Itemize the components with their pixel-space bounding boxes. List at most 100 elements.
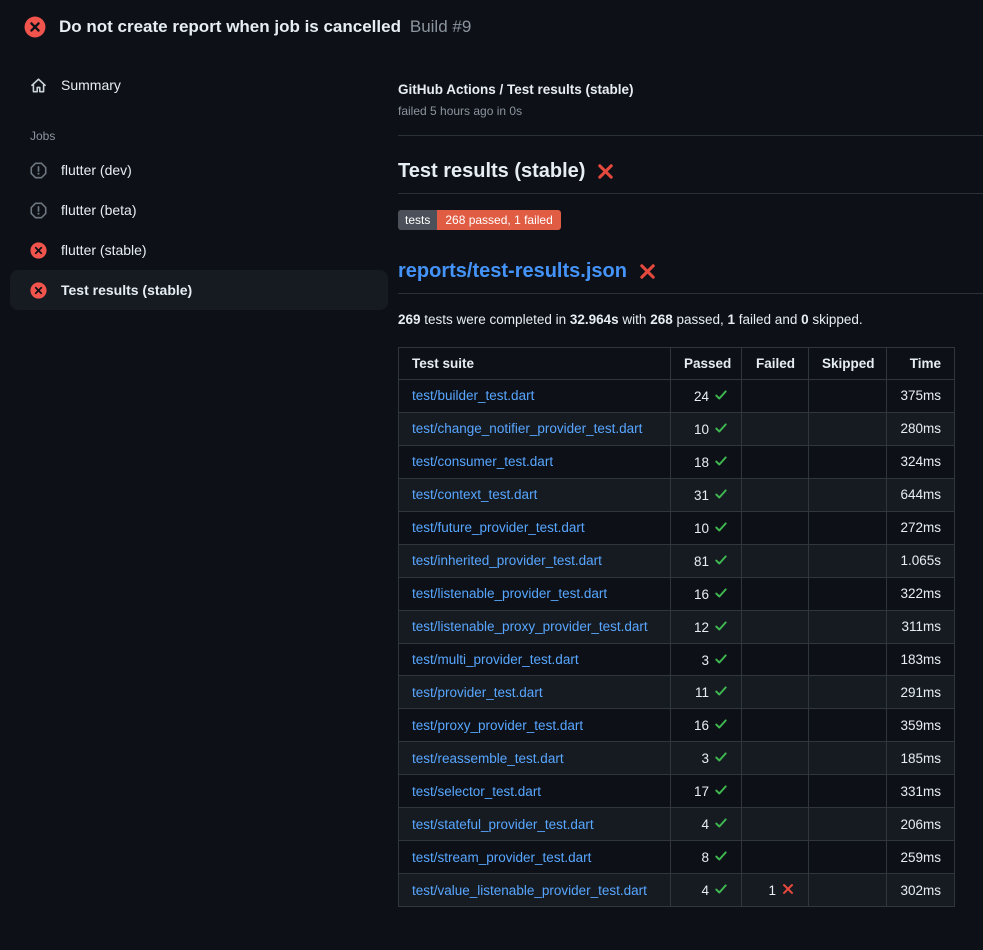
- failed-cell: [742, 709, 809, 742]
- failed-cell: [742, 808, 809, 841]
- suite-link[interactable]: test/listenable_proxy_provider_test.dart: [412, 619, 648, 634]
- passed-cell: 3: [671, 643, 742, 676]
- sidebar-job-flutter-dev[interactable]: flutter (dev): [10, 150, 388, 190]
- suite-link[interactable]: test/consumer_test.dart: [412, 454, 553, 469]
- skipped-cell: [809, 643, 887, 676]
- time-cell: 302ms: [887, 874, 955, 907]
- green-check-icon: [714, 454, 728, 468]
- passed-count: 16: [694, 718, 709, 733]
- summary-time: 32.964s: [570, 312, 619, 327]
- red-cross-icon: [638, 262, 657, 281]
- table-row: test/listenable_proxy_provider_test.dart…: [399, 610, 955, 643]
- suite-link[interactable]: test/proxy_provider_test.dart: [412, 718, 583, 733]
- suite-link[interactable]: test/builder_test.dart: [412, 388, 534, 403]
- suite-cell: test/consumer_test.dart: [399, 445, 671, 478]
- x-circle-fill-icon: [24, 16, 46, 38]
- table-row: test/value_listenable_provider_test.dart…: [399, 874, 955, 907]
- passed-count: 10: [694, 422, 709, 437]
- passed-count: 17: [694, 784, 709, 799]
- passed-count: 12: [694, 620, 709, 635]
- tests-badge-label: tests: [398, 210, 437, 230]
- passed-count: 4: [701, 883, 709, 898]
- divider: [398, 135, 983, 136]
- passed-cell: 17: [671, 775, 742, 808]
- suite-cell: test/proxy_provider_test.dart: [399, 709, 671, 742]
- passed-cell: 8: [671, 841, 742, 874]
- green-check-icon: [714, 652, 728, 666]
- time-cell: 185ms: [887, 742, 955, 775]
- report-file-link[interactable]: reports/test-results.json: [398, 260, 627, 283]
- suite-link[interactable]: test/context_test.dart: [412, 487, 537, 502]
- x-circle-fill-icon: [30, 282, 47, 299]
- failed-cell: [742, 841, 809, 874]
- skipped-cell: [809, 610, 887, 643]
- job-label: Test results (stable): [61, 282, 192, 298]
- sidebar: Summary Jobs flutter (dev)flutter (beta)…: [0, 52, 398, 310]
- column-header-test-suite: Test suite: [399, 348, 671, 380]
- passed-count: 16: [694, 587, 709, 602]
- failed-cell: [742, 478, 809, 511]
- skipped-cell: [809, 841, 887, 874]
- passed-count: 31: [694, 488, 709, 503]
- run-meta: failed 5 hours ago in 0s: [398, 104, 983, 118]
- red-cross-icon: [638, 262, 657, 281]
- passed-cell: 31: [671, 478, 742, 511]
- main-content: GitHub Actions / Test results (stable) f…: [398, 52, 983, 907]
- failed-cell: [742, 643, 809, 676]
- passed-cell: 16: [671, 577, 742, 610]
- suite-link[interactable]: test/listenable_provider_test.dart: [412, 586, 607, 601]
- table-row: test/proxy_provider_test.dart 16 359ms: [399, 709, 955, 742]
- passed-cell: 81: [671, 544, 742, 577]
- suite-link[interactable]: test/multi_provider_test.dart: [412, 652, 579, 667]
- time-cell: 272ms: [887, 511, 955, 544]
- suite-cell: test/context_test.dart: [399, 478, 671, 511]
- time-cell: 311ms: [887, 610, 955, 643]
- column-header-failed: Failed: [742, 348, 809, 380]
- suite-link[interactable]: test/selector_test.dart: [412, 784, 541, 799]
- home-icon: [30, 77, 47, 94]
- skipped-cell: [809, 709, 887, 742]
- table-row: test/change_notifier_provider_test.dart 1…: [399, 412, 955, 445]
- suite-link[interactable]: test/reassemble_test.dart: [412, 751, 564, 766]
- skipped-cell: [809, 775, 887, 808]
- passed-cell: 18: [671, 445, 742, 478]
- time-cell: 183ms: [887, 643, 955, 676]
- check-breadcrumb: GitHub Actions / Test results (stable): [398, 82, 983, 97]
- sidebar-job-flutter-stable[interactable]: flutter (stable): [10, 230, 388, 270]
- failed-cell: [742, 380, 809, 413]
- sidebar-item-summary[interactable]: Summary: [10, 66, 388, 104]
- sidebar-job-test-results-stable[interactable]: Test results (stable): [10, 270, 388, 310]
- time-cell: 322ms: [887, 577, 955, 610]
- table-row: test/selector_test.dart17331ms: [399, 775, 955, 808]
- suite-link[interactable]: test/stream_provider_test.dart: [412, 850, 591, 865]
- summary-passed: 268: [650, 312, 673, 327]
- tests-badge-value: 268 passed, 1 failed: [437, 210, 560, 230]
- passed-count: 10: [694, 521, 709, 536]
- suite-link[interactable]: test/inherited_provider_test.dart: [412, 553, 602, 568]
- table-header-row: Test suitePassedFailedSkippedTime: [399, 348, 955, 380]
- failed-cell: [742, 412, 809, 445]
- skipped-cell: [809, 380, 887, 413]
- suite-link[interactable]: test/change_notifier_provider_test.dart: [412, 421, 642, 436]
- time-cell: 359ms: [887, 709, 955, 742]
- passed-cell: 12: [671, 610, 742, 643]
- suite-link[interactable]: test/value_listenable_provider_test.dart: [412, 883, 647, 898]
- suite-cell: test/reassemble_test.dart: [399, 742, 671, 775]
- sidebar-job-flutter-beta[interactable]: flutter (beta): [10, 190, 388, 230]
- suite-cell: test/inherited_provider_test.dart: [399, 544, 671, 577]
- suite-link[interactable]: test/stateful_provider_test.dart: [412, 817, 594, 832]
- page-layout: Summary Jobs flutter (dev)flutter (beta)…: [0, 52, 983, 907]
- suite-link[interactable]: test/provider_test.dart: [412, 685, 543, 700]
- passed-count: 11: [695, 685, 709, 700]
- failed-cell: [742, 775, 809, 808]
- green-check-icon: [714, 783, 728, 797]
- suite-cell: test/multi_provider_test.dart: [399, 643, 671, 676]
- red-cross-icon: [596, 162, 615, 181]
- sidebar-jobs-list: flutter (dev)flutter (beta)flutter (stab…: [0, 150, 398, 310]
- green-check-icon: [714, 586, 728, 600]
- suite-link[interactable]: test/future_provider_test.dart: [412, 520, 585, 535]
- green-check-icon: [714, 882, 728, 896]
- passed-count: 8: [701, 850, 709, 865]
- green-check-icon: [714, 487, 728, 501]
- time-cell: 644ms: [887, 478, 955, 511]
